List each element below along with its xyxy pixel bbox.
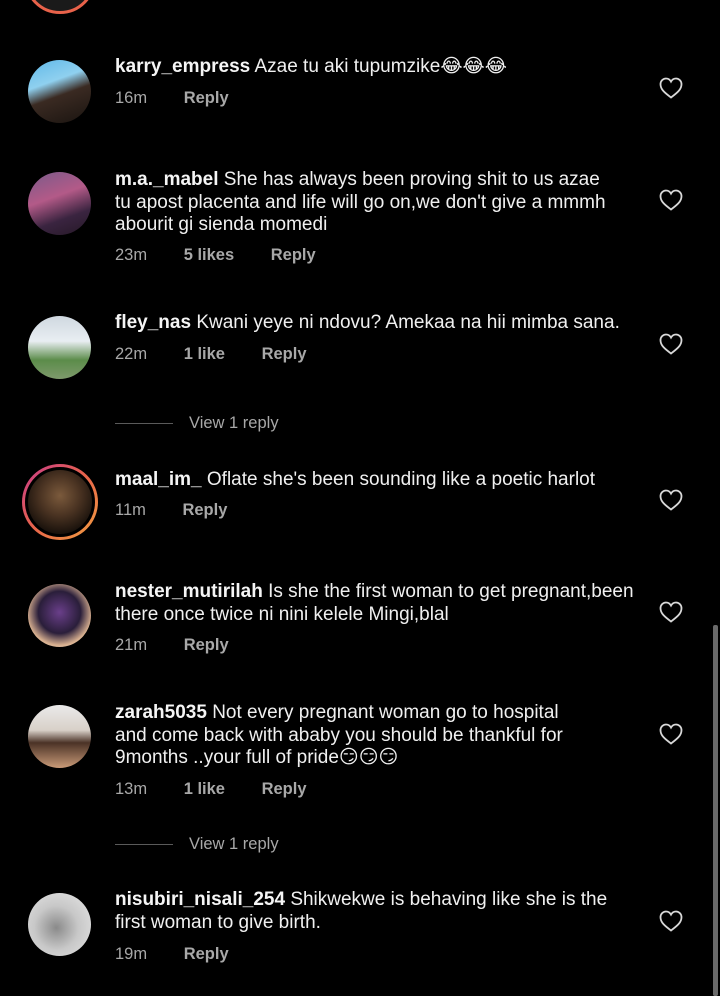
- avatar[interactable]: [28, 893, 91, 956]
- avatar[interactable]: [28, 316, 91, 379]
- divider: [115, 422, 173, 424]
- comment-text: Oflate she's been sounding like a poetic…: [206, 469, 596, 490]
- heart-icon[interactable]: [659, 77, 683, 99]
- comment-text: Kwani yeye ni ndovu? Amekaa na hii mimba…: [196, 312, 620, 333]
- comment-time: 11m: [115, 501, 146, 519]
- comment-username[interactable]: m.a._mabel: [115, 169, 219, 190]
- view-replies-label[interactable]: View 1 reply: [189, 414, 279, 433]
- comment-username[interactable]: nester_mutirilah: [115, 581, 263, 602]
- comment-body: zarah5035 Not every pregnant woman go to…: [115, 702, 585, 770]
- comment-username[interactable]: fley_nas: [115, 312, 191, 333]
- reply-button[interactable]: Reply: [184, 636, 229, 655]
- reply-button[interactable]: Reply: [262, 780, 307, 799]
- comment-body: fley_nas Kwani yeye ni ndovu? Amekaa na …: [115, 312, 635, 335]
- avatar[interactable]: [28, 584, 91, 647]
- reply-button[interactable]: Reply: [262, 345, 307, 364]
- avatar-image: [25, 467, 95, 537]
- comment-time: 23m: [115, 246, 148, 264]
- comment-username[interactable]: nisubiri_nisali_254: [115, 889, 285, 910]
- comment-body: nisubiri_nisali_254 Shikwekwe is behavin…: [115, 889, 635, 934]
- comment-body: nester_mutirilah Is she the first woman …: [115, 581, 635, 626]
- view-replies-label[interactable]: View 1 reply: [189, 835, 279, 854]
- comment-text: Azae tu aki tupumzike😂😂😂: [254, 56, 507, 77]
- comment-meta: 13m 1 like Reply: [115, 780, 339, 799]
- comment-time: 16m: [115, 89, 148, 107]
- comment-meta: 11m Reply: [115, 501, 259, 520]
- view-replies-button[interactable]: View 1 reply: [115, 412, 279, 434]
- comment-time: 19m: [115, 945, 148, 963]
- comment-username[interactable]: karry_empress: [115, 56, 250, 77]
- heart-icon[interactable]: [659, 601, 683, 623]
- view-replies-button[interactable]: View 1 reply: [115, 833, 279, 855]
- scrollbar[interactable]: [713, 625, 718, 996]
- avatar[interactable]: [22, 464, 98, 540]
- avatar[interactable]: [24, 0, 96, 14]
- reply-button[interactable]: Reply: [184, 89, 229, 108]
- likes-count[interactable]: 5 likes: [184, 246, 234, 265]
- heart-icon[interactable]: [659, 489, 683, 511]
- comment-meta: 22m 1 like Reply: [115, 345, 339, 364]
- likes-count[interactable]: 1 like: [184, 780, 225, 799]
- likes-count[interactable]: 1 like: [184, 345, 225, 364]
- comment-time: 13m: [115, 780, 148, 798]
- reply-button[interactable]: Reply: [182, 501, 227, 520]
- comment-username[interactable]: maal_im_: [115, 469, 202, 490]
- heart-icon[interactable]: [659, 333, 683, 355]
- comment-time: 22m: [115, 345, 148, 363]
- reply-button[interactable]: Reply: [271, 246, 316, 265]
- comment-meta: 16m Reply: [115, 89, 261, 108]
- divider: [115, 843, 173, 845]
- comment-meta: 19m Reply: [115, 945, 261, 964]
- comment-body: m.a._mabel She has always been proving s…: [115, 169, 615, 237]
- heart-icon[interactable]: [659, 189, 683, 211]
- comment-body: maal_im_ Oflate she's been sounding like…: [115, 469, 635, 492]
- avatar[interactable]: [28, 172, 91, 235]
- heart-icon[interactable]: [659, 910, 683, 932]
- comment-time: 21m: [115, 636, 148, 654]
- comment-meta: 21m Reply: [115, 636, 261, 655]
- comment-meta: 23m 5 likes Reply: [115, 246, 348, 265]
- reply-button[interactable]: Reply: [184, 945, 229, 964]
- comment-body: karry_empress Azae tu aki tupumzike😂😂😂: [115, 56, 635, 79]
- avatar[interactable]: [28, 705, 91, 768]
- comment-username[interactable]: zarah5035: [115, 702, 207, 723]
- avatar[interactable]: [28, 60, 91, 123]
- heart-icon[interactable]: [659, 723, 683, 745]
